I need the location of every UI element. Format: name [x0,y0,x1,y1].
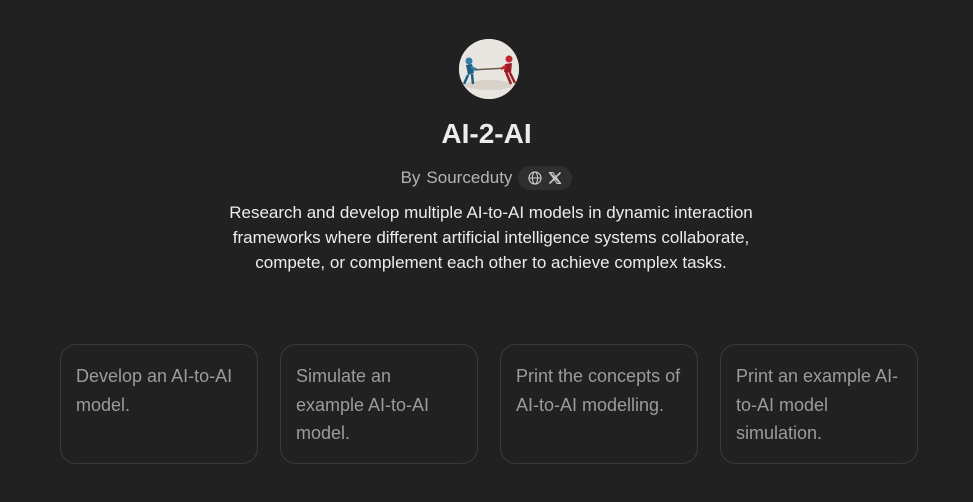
starter-text: Print the concepts of AI-to-AI modelling… [516,366,681,415]
author-name: Sourceduty [426,168,513,187]
social-links[interactable] [518,166,573,190]
gpt-title: AI-2-AI [441,118,532,149]
tug-of-war-robots-image [459,39,519,99]
conversation-starters: Develop an AI-to-AI model. Simulate an e… [60,344,920,466]
byline: By Sourceduty [0,165,973,191]
starter-text: Print an example AI-to-AI model simulati… [736,366,899,443]
x-logo-icon[interactable] [548,171,562,185]
gpt-avatar [459,39,519,99]
starter-text: Develop an AI-to-AI model. [76,366,233,415]
starter-text: Simulate an example AI-to-AI model. [296,366,430,443]
gpt-description: Research and develop multiple AI-to-AI m… [229,203,753,272]
starter-card[interactable]: Develop an AI-to-AI model. [60,344,258,464]
starter-card[interactable]: Print an example AI-to-AI model simulati… [720,344,918,464]
starter-card[interactable]: Simulate an example AI-to-AI model. [280,344,478,464]
byline-prefix: By [400,168,421,187]
starter-card[interactable]: Print the concepts of AI-to-AI modelling… [500,344,698,464]
gpt-landing: AI-2-AI By Sourceduty Research and devel… [0,0,973,502]
globe-icon[interactable] [528,171,543,185]
